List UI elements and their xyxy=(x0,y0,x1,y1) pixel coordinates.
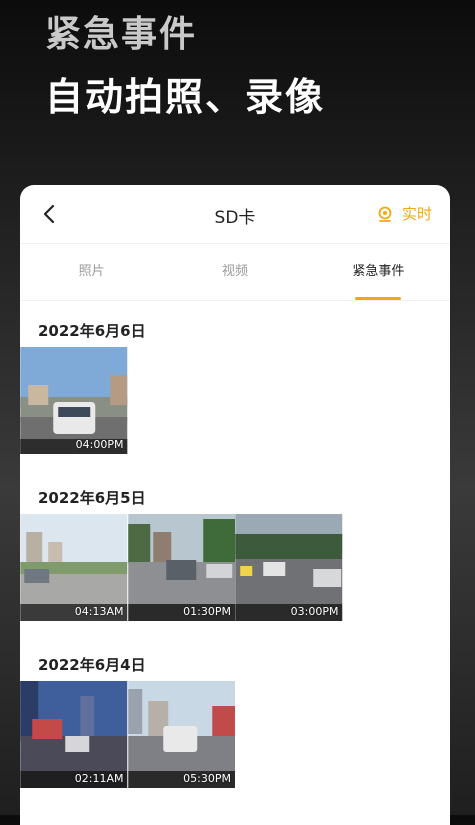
thumbnail-time: 04:13AM xyxy=(74,605,124,618)
live-label: 实时 xyxy=(401,205,432,223)
event-thumbnail[interactable]: 04:13AM xyxy=(20,514,128,621)
group-date: 2022年6月6日 xyxy=(38,322,146,340)
thumbnail-time: 04:00PM xyxy=(75,438,124,451)
date-group: 2022年6月4日 02:11AM 05:30PM xyxy=(20,635,450,788)
tab-bar: 照片 视频 紧急事件 xyxy=(20,244,450,301)
tab-videos-label: 视频 xyxy=(221,264,248,279)
thumbnail-row: 02:11AM 05:30PM xyxy=(20,681,450,788)
promo-line2: 自动拍照、录像 xyxy=(45,75,326,119)
tab-photos[interactable]: 照片 xyxy=(20,244,163,300)
thumbnail-time: 02:11AM xyxy=(74,772,124,785)
thumbnail-row: 04:00PM xyxy=(20,347,450,454)
promo-headline: 紧急事件 自动拍照、录像 xyxy=(45,10,325,122)
promo-line1: 紧急事件 xyxy=(45,14,198,55)
date-group: 2022年6月6日 04:00PM xyxy=(20,301,450,454)
camera-icon xyxy=(378,206,392,222)
event-thumbnail[interactable]: 03:00PM xyxy=(235,514,343,621)
thumbnail-time: 05:30PM xyxy=(183,772,231,785)
tab-photos-label: 照片 xyxy=(78,264,105,279)
group-date: 2022年6月4日 xyxy=(38,656,146,674)
thumbnail-time: 03:00PM xyxy=(290,605,339,618)
group-date: 2022年6月5日 xyxy=(38,489,146,507)
event-thumbnail[interactable]: 05:30PM xyxy=(127,681,236,788)
tab-emergency[interactable]: 紧急事件 xyxy=(307,244,450,300)
phone-screen: SD卡 实时 照片 视频 紧急事件 2022年6月6日 04:00PM 2022… xyxy=(20,185,450,825)
thumbnail-row: 04:13AM 01:30PM 03:00PM xyxy=(20,514,450,621)
event-thumbnail[interactable]: 04:00PM xyxy=(20,347,128,454)
event-thumbnail[interactable]: 02:11AM xyxy=(20,681,128,788)
nav-bar: SD卡 实时 xyxy=(20,185,450,244)
date-group: 2022年6月5日 04:13AM 01:30PM 03:00PM xyxy=(20,468,450,621)
tab-videos[interactable]: 视频 xyxy=(163,244,306,300)
thumbnail-time: 01:30PM xyxy=(183,605,231,618)
event-thumbnail[interactable]: 01:30PM xyxy=(127,514,236,621)
tab-emergency-label: 紧急事件 xyxy=(352,264,405,279)
live-button[interactable]: 实时 xyxy=(376,203,432,224)
tab-underline xyxy=(355,297,402,300)
